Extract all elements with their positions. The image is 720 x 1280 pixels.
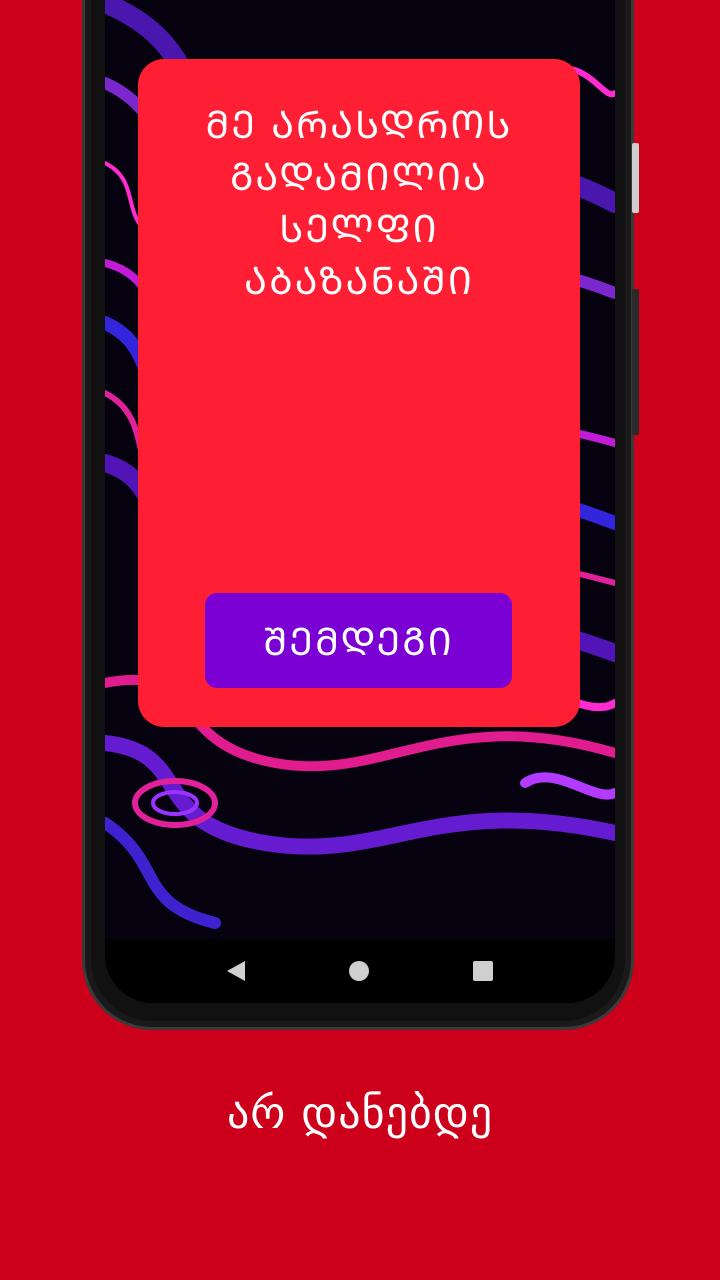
back-icon[interactable] <box>227 961 245 981</box>
next-button[interactable]: ᲨᲔᲛᲓᲔᲒᲘ <box>205 593 512 688</box>
power-button <box>632 289 639 435</box>
question-card: ᲛᲔ ᲐᲠᲐᲡᲓᲠᲝᲡ ᲒᲐᲓᲐᲛᲘᲚᲘᲐ ᲡᲔᲚᲤᲘ ᲐᲑᲐᲖᲐᲜᲐᲨᲘ ᲨᲔ… <box>138 59 580 727</box>
question-line: ᲛᲔ ᲐᲠᲐᲡᲓᲠᲝᲡ <box>205 103 513 147</box>
tagline: არ დანებდე <box>226 1088 494 1139</box>
recent-apps-icon[interactable] <box>473 961 493 981</box>
question-line: ᲒᲐᲓᲐᲛᲘᲚᲘᲐ <box>230 155 488 199</box>
volume-button <box>632 143 639 213</box>
question-line: ᲡᲔᲚᲤᲘ <box>279 207 439 251</box>
question-text: ᲛᲔ ᲐᲠᲐᲡᲓᲠᲝᲡ ᲒᲐᲓᲐᲛᲘᲚᲘᲐ ᲡᲔᲚᲤᲘ ᲐᲑᲐᲖᲐᲜᲐᲨᲘ <box>168 99 550 307</box>
android-nav-bar <box>105 939 615 1003</box>
question-line: ᲐᲑᲐᲖᲐᲜᲐᲨᲘ <box>244 259 474 303</box>
home-icon[interactable] <box>349 961 369 981</box>
app-store-screenshot: ᲛᲔ ᲐᲠᲐᲡᲓᲠᲝᲡ ᲒᲐᲓᲐᲛᲘᲚᲘᲐ ᲡᲔᲚᲤᲘ ᲐᲑᲐᲖᲐᲜᲐᲨᲘ ᲨᲔ… <box>0 0 720 1280</box>
